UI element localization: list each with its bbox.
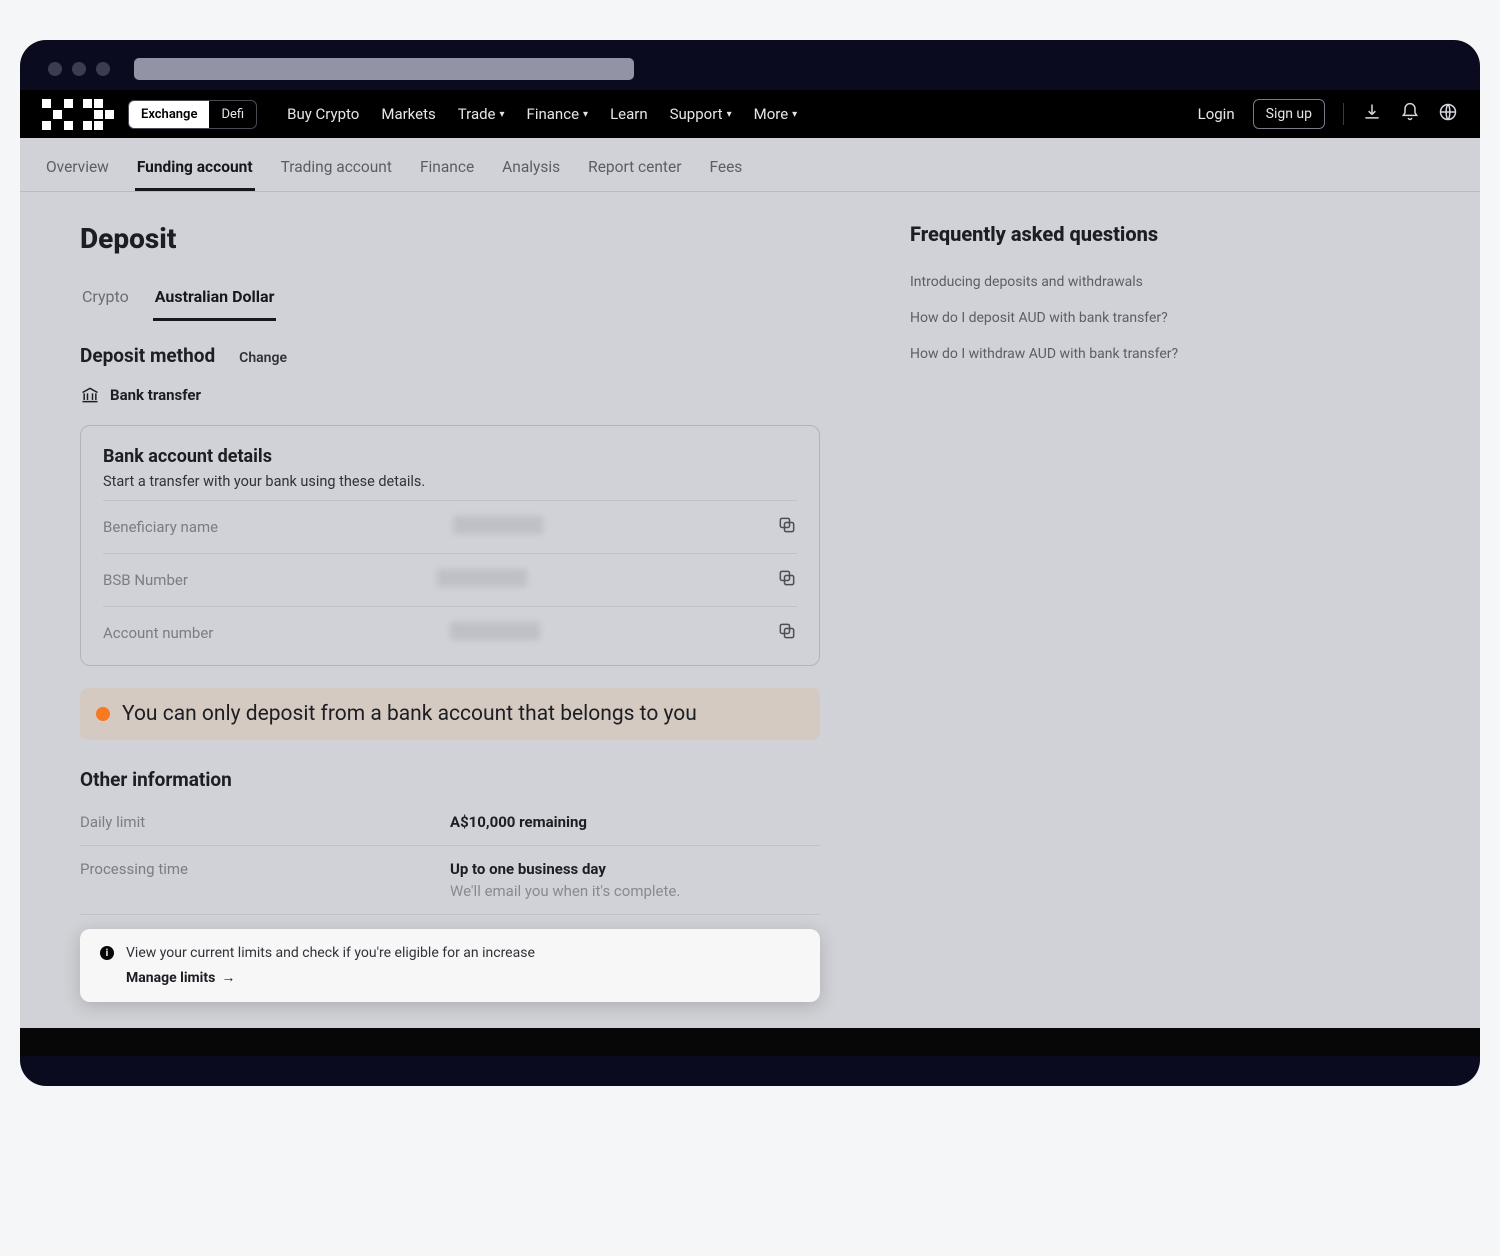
faq-heading: Frequently asked questions — [910, 222, 1190, 246]
row-processing-time: Processing time Up to one business day W… — [80, 846, 820, 915]
bank-details-title: Bank account details — [103, 446, 797, 467]
faq-link-intro[interactable]: Introducing deposits and withdrawals — [910, 264, 1190, 300]
subtab-analysis[interactable]: Analysis — [500, 152, 562, 191]
chevron-down-icon: ▾ — [727, 109, 732, 120]
subtab-trading-account[interactable]: Trading account — [279, 152, 394, 191]
chevron-down-icon: ▾ — [500, 109, 505, 120]
bank-details-card: Bank account details Start a transfer wi… — [80, 425, 820, 666]
url-bar[interactable] — [134, 58, 634, 80]
change-method-link[interactable]: Change — [239, 350, 287, 366]
daily-limit-value: A$10,000 remaining — [450, 813, 587, 831]
row-beneficiary: Beneficiary name — [103, 500, 797, 553]
login-link[interactable]: Login — [1198, 105, 1235, 123]
row-account-number: Account number — [103, 606, 797, 659]
subtab-finance[interactable]: Finance — [418, 152, 476, 191]
processing-label: Processing time — [80, 860, 450, 900]
nav-buy-crypto[interactable]: Buy Crypto — [287, 105, 359, 123]
footer-bar — [20, 1028, 1480, 1056]
alert-text: You can only deposit from a bank account… — [122, 702, 697, 726]
mode-exchange[interactable]: Exchange — [129, 101, 209, 128]
ownership-alert: You can only deposit from a bank account… — [80, 688, 820, 740]
subtab-funding-account[interactable]: Funding account — [135, 152, 255, 191]
row-bsb: BSB Number — [103, 553, 797, 606]
account-number-value — [450, 622, 540, 640]
globe-icon[interactable] — [1438, 102, 1458, 126]
download-icon[interactable] — [1362, 102, 1382, 126]
manage-limits-link[interactable]: Manage limits → — [126, 969, 800, 986]
nav-support[interactable]: Support▾ — [670, 105, 732, 123]
row-daily-limit: Daily limit A$10,000 remaining — [80, 799, 820, 846]
beneficiary-label: Beneficiary name — [103, 518, 218, 536]
close-window-dot[interactable] — [48, 62, 62, 76]
selected-method-label: Bank transfer — [110, 386, 201, 404]
copy-account-button[interactable] — [777, 621, 797, 645]
maximize-window-dot[interactable] — [96, 62, 110, 76]
copy-bsb-button[interactable] — [777, 568, 797, 592]
processing-sub: We'll email you when it's complete. — [450, 882, 680, 900]
bell-icon[interactable] — [1400, 102, 1420, 126]
selected-method: Bank transfer — [80, 385, 820, 405]
copy-beneficiary-button[interactable] — [777, 515, 797, 539]
bank-icon — [80, 385, 100, 405]
page-title: Deposit — [80, 222, 820, 255]
nav-trade[interactable]: Trade▾ — [458, 105, 505, 123]
nav-finance[interactable]: Finance▾ — [527, 105, 589, 123]
daily-limit-label: Daily limit — [80, 813, 450, 831]
minimize-window-dot[interactable] — [72, 62, 86, 76]
top-nav: Exchange Defi Buy Crypto Markets Trade▾ … — [20, 90, 1480, 138]
account-subtabs: Overview Funding account Trading account… — [20, 138, 1480, 192]
deposit-tab-aud[interactable]: Australian Dollar — [153, 279, 277, 321]
limits-text: View your current limits and check if yo… — [126, 945, 535, 961]
bsb-value — [437, 569, 527, 587]
browser-frame: Exchange Defi Buy Crypto Markets Trade▾ … — [20, 40, 1480, 1086]
bsb-label: BSB Number — [103, 571, 188, 589]
mode-toggle: Exchange Defi — [128, 100, 257, 129]
app-body: Overview Funding account Trading account… — [20, 138, 1480, 1056]
nav-learn[interactable]: Learn — [610, 105, 648, 123]
chevron-down-icon: ▾ — [583, 109, 588, 120]
faq-sidebar: Frequently asked questions Introducing d… — [910, 222, 1190, 1028]
limits-card: i View your current limits and check if … — [80, 929, 820, 1002]
traffic-lights — [48, 62, 110, 76]
chevron-down-icon: ▾ — [792, 109, 797, 120]
faq-link-withdraw[interactable]: How do I withdraw AUD with bank transfer… — [910, 336, 1190, 372]
arrow-right-icon: → — [221, 969, 235, 986]
signup-button[interactable]: Sign up — [1253, 99, 1325, 129]
nav-separator — [1343, 103, 1344, 125]
subtab-overview[interactable]: Overview — [44, 152, 111, 191]
subtab-fees[interactable]: Fees — [707, 152, 744, 191]
deposit-tabs: Crypto Australian Dollar — [80, 279, 820, 322]
deposit-method-heading: Deposit method — [80, 344, 215, 367]
faq-link-deposit[interactable]: How do I deposit AUD with bank transfer? — [910, 300, 1190, 336]
okx-logo[interactable] — [42, 99, 114, 130]
nav-markets[interactable]: Markets — [381, 105, 435, 123]
mode-defi[interactable]: Defi — [209, 101, 256, 128]
alert-icon — [96, 707, 110, 721]
title-bar — [20, 40, 1480, 90]
nav-links: Buy Crypto Markets Trade▾ Finance▾ Learn… — [287, 105, 797, 123]
deposit-tab-crypto[interactable]: Crypto — [80, 279, 131, 321]
beneficiary-value — [453, 516, 543, 534]
bank-details-subtitle: Start a transfer with your bank using th… — [103, 473, 797, 490]
nav-more[interactable]: More▾ — [754, 105, 798, 123]
other-info-heading: Other information — [80, 768, 820, 791]
subtab-report-center[interactable]: Report center — [586, 152, 683, 191]
account-number-label: Account number — [103, 624, 213, 642]
processing-value: Up to one business day — [450, 860, 680, 878]
info-icon: i — [100, 946, 114, 960]
